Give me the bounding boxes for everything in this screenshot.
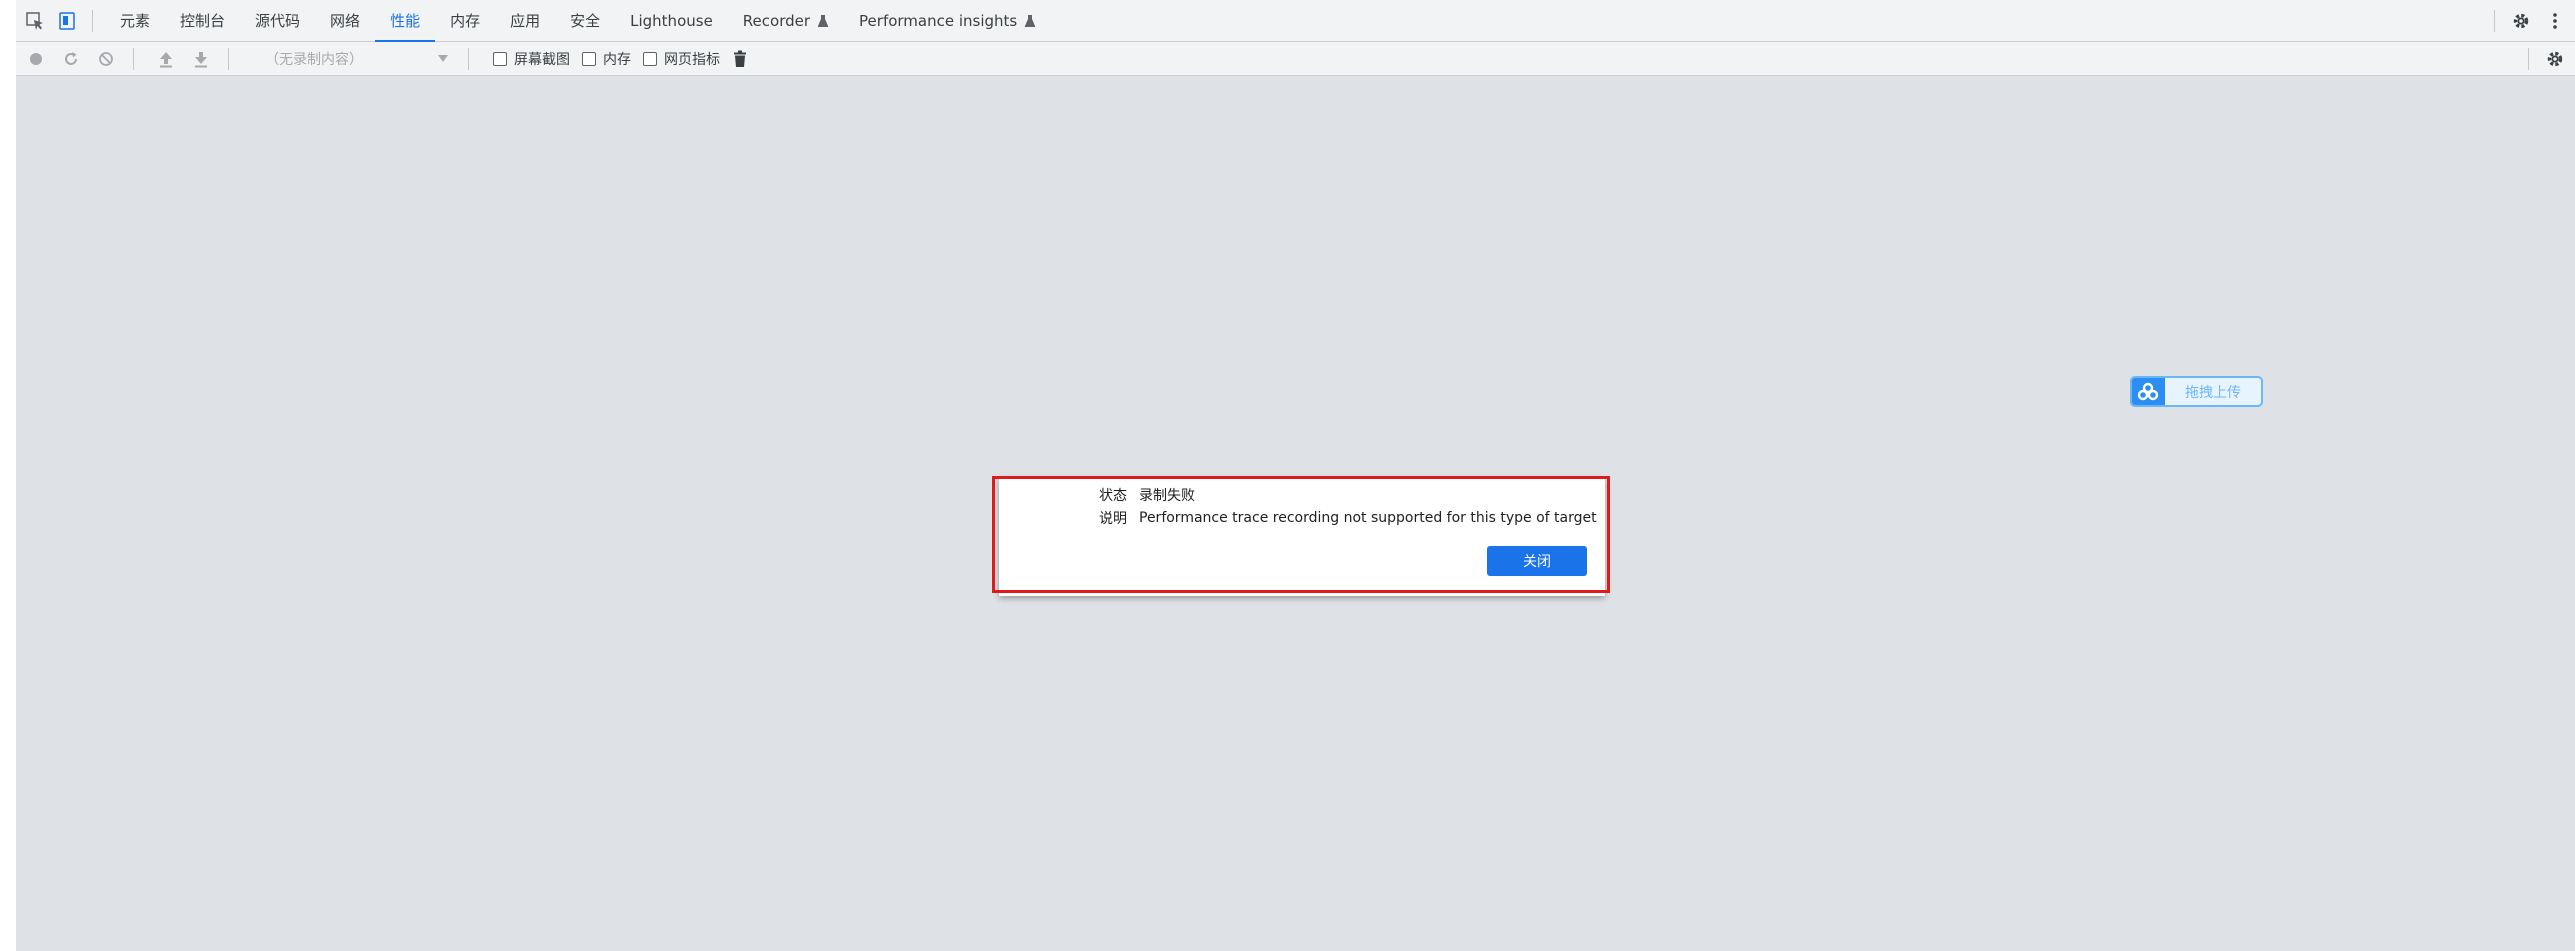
tab-network[interactable]: 网络 [315,0,375,42]
checkbox-box[interactable] [643,51,657,66]
gear-icon[interactable] [2507,7,2535,35]
trash-icon[interactable] [725,44,755,74]
separator [2528,47,2529,70]
gear-icon[interactable] [2541,45,2569,73]
devtools-tab-bar: 元素 控制台 源代码 网络 性能 内存 应用 安全 Lighthouse Rec… [16,0,2575,43]
memory-checkbox[interactable]: 内存 [582,49,631,69]
tab-label: Recorder [742,11,811,30]
cloud-upload-icon [2132,378,2165,405]
tab-memory[interactable]: 内存 [435,0,495,42]
kebab-menu-icon[interactable] [2541,7,2569,35]
drag-upload-widget[interactable]: 拖拽上传 [2130,376,2263,407]
upload-icon[interactable] [151,44,181,74]
device-toolbar-icon[interactable] [54,8,80,34]
clear-icon[interactable] [91,44,121,74]
chevron-down-icon [438,54,448,62]
close-button[interactable]: 关闭 [1487,546,1587,576]
recording-select-value: （无录制内容） [265,51,363,68]
screenshots-checkbox[interactable]: 屏幕截图 [493,49,570,69]
record-icon[interactable] [21,44,51,74]
separator [2494,9,2495,32]
web-vitals-checkbox[interactable]: 网页指标 [643,49,720,69]
flask-icon [817,14,829,28]
download-icon[interactable] [186,44,216,74]
devtools-window: 元素 控制台 源代码 网络 性能 内存 应用 安全 Lighthouse Rec… [0,0,2575,951]
recording-select[interactable]: （无录制内容） [251,46,456,72]
tab-label: Performance insights [859,11,1018,30]
checkbox-label: 网页指标 [664,51,720,68]
performance-toolbar: （无录制内容） 屏幕截图 内存 网页指标 [16,42,2575,76]
tab-console[interactable]: 控制台 [165,0,240,42]
tab-recorder[interactable]: Recorder [728,0,844,42]
status-dialog: 状态 录制失败 说明 Performance trace recording n… [999,478,1605,596]
tab-lighthouse[interactable]: Lighthouse [615,0,728,42]
performance-panel: 状态 录制失败 说明 Performance trace recording n… [16,76,2575,951]
tabbar-right-actions [2482,0,2575,42]
tab-sources[interactable]: 源代码 [240,0,315,42]
tab-performance[interactable]: 性能 [375,0,436,43]
separator [228,47,229,70]
checkbox-box[interactable] [493,51,507,66]
inspect-element-icon[interactable] [22,8,48,34]
toolbar-right-actions [2516,42,2575,76]
flask-icon [1024,14,1036,28]
tab-elements[interactable]: 元素 [105,0,165,42]
tab-label: 性能 [390,12,421,30]
tab-performance-insights[interactable]: Performance insights [844,0,1051,42]
upload-label: 拖拽上传 [2185,384,2241,401]
separator [468,47,469,70]
checkbox-label: 屏幕截图 [514,51,570,68]
tab-label: 内存 [450,12,481,30]
description-label: 说明 [1099,511,1127,527]
tab-security[interactable]: 安全 [555,0,615,42]
status-value: 录制失败 [1139,488,1195,504]
tab-label: 应用 [510,12,541,30]
tab-application[interactable]: 应用 [495,0,555,42]
checkbox-box[interactable] [582,51,596,66]
status-row: 状态 录制失败 [999,484,1605,506]
tab-label: 安全 [570,12,601,30]
tab-label: 元素 [120,12,151,30]
tab-label: 网络 [330,12,361,30]
tab-label: 源代码 [255,12,301,30]
description-value: Performance trace recording not supporte… [1139,510,1597,526]
reload-icon[interactable] [56,44,86,74]
separator [133,47,134,70]
left-margin-strip [0,0,16,951]
separator [92,9,93,32]
status-label: 状态 [1099,488,1127,504]
description-row: 说明 Performance trace recording not suppo… [999,507,1605,529]
tab-label: 控制台 [180,12,226,30]
checkbox-label: 内存 [603,51,631,68]
tab-label: Lighthouse [630,11,713,30]
